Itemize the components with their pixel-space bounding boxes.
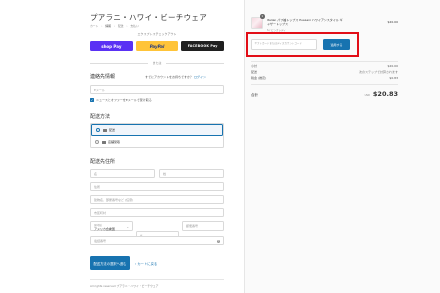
first-name-field[interactable]: 名	[90, 169, 155, 178]
breadcrumb-shipping: 配送	[117, 24, 124, 28]
express-checkout-buttons: shop Pay PayPal FACEBOOK Pay	[90, 41, 225, 51]
or-divider: または	[90, 60, 224, 66]
continue-to-shipping-button[interactable]: 配送方法の選択へ進む	[90, 256, 130, 270]
breadcrumb-cart[interactable]: カート	[90, 24, 98, 28]
shipping-row: 配送 次のステップで計算されます	[251, 70, 398, 74]
discount-code-input[interactable]: ギフトカードまたはディスカウントコード	[251, 39, 317, 50]
divider-line	[166, 63, 224, 64]
subtotal-value: $20.00	[387, 64, 399, 68]
delivery-option-pickup[interactable]: 店舗受取	[91, 136, 223, 148]
footer-copyright: All rights reserved プアラニ・ハワイ・ビーチウェア	[90, 284, 159, 288]
newsletter-checkbox-row[interactable]: ✓ ニュースとオファーをEメールで受け取る	[90, 98, 152, 102]
delivery-section-title: 配送方法	[90, 114, 111, 120]
total-label: 合計	[251, 93, 258, 97]
breadcrumb-separator: ›	[101, 24, 103, 28]
help-icon[interactable]: ?	[216, 239, 220, 243]
checkout-page: プアラニ・ハワイ・ビーチウェア カート › 情報 › 配送 › 支払い エクスプ…	[0, 0, 440, 293]
shipping-label: 配送	[251, 70, 258, 74]
login-prompt-text: すでにアカウントをお持ちですか？	[145, 75, 194, 79]
breadcrumb-separator: ›	[126, 24, 128, 28]
address-field[interactable]: 住所	[90, 182, 224, 191]
product-thumbnail	[251, 17, 263, 29]
subtotal-row: 小計 $20.00	[251, 64, 398, 68]
currency-code: USD	[364, 94, 370, 97]
shipping-value: 次のステップで計算されます	[358, 70, 398, 74]
footer-divider	[90, 279, 224, 280]
express-checkout-label: エクスプレスチェックアウト	[137, 32, 177, 36]
breadcrumb-payment: 支払い	[130, 24, 139, 28]
login-link[interactable]: ログイン	[194, 75, 206, 79]
total-amount-group: USD $20.83	[365, 90, 398, 98]
tax-label: 税金 (推定)	[251, 76, 267, 80]
facebook-pay-button[interactable]: FACEBOOK Pay	[181, 41, 225, 51]
summary-divider	[251, 61, 398, 62]
delivery-option-label: 店舗受取	[108, 140, 121, 144]
chevron-down-icon: ⌄	[126, 225, 129, 229]
total-value: $20.83	[372, 90, 398, 98]
newsletter-label: ニュースとオファーをEメールで受け取る	[96, 98, 152, 102]
address-section-title: 配送先住所	[90, 159, 116, 165]
radio-unselected-icon[interactable]	[95, 140, 99, 144]
breadcrumb-separator: ›	[113, 24, 115, 28]
email-field[interactable]: Eメール	[90, 85, 224, 94]
quantity-badge: 1	[260, 14, 265, 19]
paypal-button[interactable]: PayPal	[135, 41, 179, 51]
subtotal-label: 小計	[251, 64, 258, 68]
return-to-cart-label: カートに戻る	[137, 262, 158, 266]
phone-field-placeholder: 電話番号	[94, 238, 107, 243]
contact-section-title: 連絡先情報	[90, 74, 116, 80]
return-to-cart-link[interactable]: ‹ カートに戻る	[135, 261, 157, 266]
zip-field[interactable]: 郵便番号	[182, 221, 224, 231]
product-name: Italian パフ袖トップス PuaLani ハワイアンスタイル ギャザートッ…	[267, 18, 343, 27]
address2-field[interactable]: 建物名、部屋番号など (任意)	[90, 195, 224, 204]
store-icon	[101, 140, 106, 144]
shop-title[interactable]: プアラニ・ハワイ・ビーチウェア	[90, 12, 207, 23]
delivery-method-group: 配送 店舗受取	[90, 123, 224, 148]
checkbox-checked-icon[interactable]: ✓	[90, 98, 94, 102]
radio-selected-icon[interactable]	[96, 128, 100, 132]
country-select[interactable]: 国/地域 アメリカ合衆国 ⌄	[90, 221, 133, 231]
summary-divider	[251, 84, 398, 85]
breadcrumb: カート › 情報 › 配送 › 支払い	[90, 24, 141, 28]
total-row: 合計 USD $20.83	[251, 90, 398, 98]
truck-icon	[102, 128, 107, 132]
tax-value: $0.83	[389, 76, 398, 80]
last-name-field[interactable]: 姓	[159, 169, 224, 178]
breadcrumb-information: 情報	[105, 24, 111, 28]
delivery-option-label: 配送	[109, 128, 116, 132]
login-prompt: すでにアカウントをお持ちですか？ ログイン	[145, 75, 206, 79]
product-price: $20.00	[387, 20, 399, 24]
delivery-option-ship[interactable]: 配送	[91, 124, 223, 136]
tax-row: 税金 (推定) $0.83	[251, 76, 398, 80]
shop-pay-button[interactable]: shop Pay	[90, 41, 133, 51]
apply-discount-button[interactable]: 適用する	[323, 39, 350, 50]
city-field[interactable]: 市区町村	[90, 208, 224, 217]
phone-field[interactable]: 電話番号 ?	[90, 236, 224, 245]
